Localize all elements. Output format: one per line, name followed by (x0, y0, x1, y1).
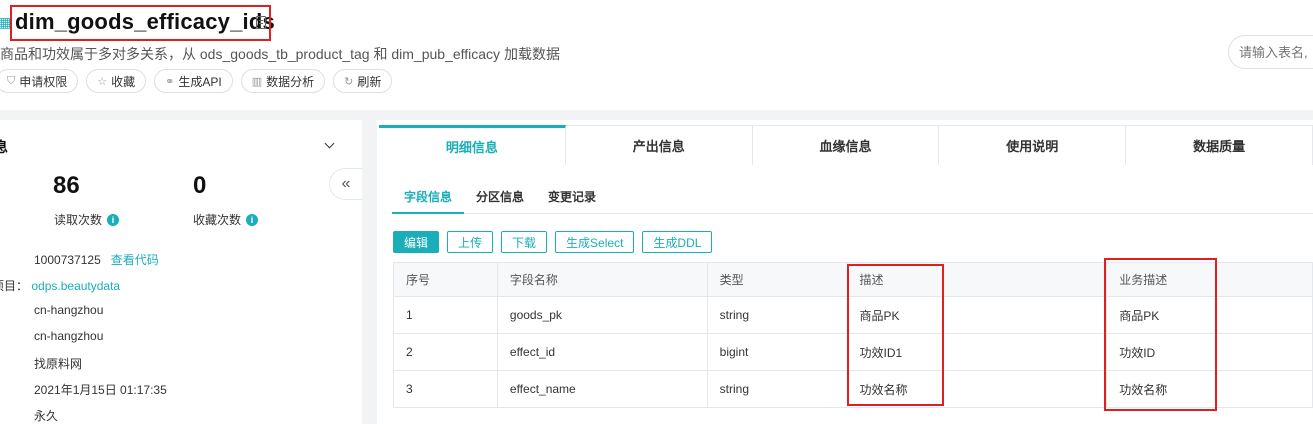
collapse-panel-button[interactable]: « (329, 168, 362, 200)
page: ▦ dim_goods_efficacy_ids 商品和功效属于多对多关系，从 … (0, 0, 1313, 424)
info-icon[interactable]: i (107, 213, 120, 226)
region-value: cn-hangzhou (34, 329, 104, 343)
copy-icon[interactable] (256, 16, 266, 29)
main-tabs: 明细信息 产出信息 血缘信息 使用说明 数据质量 (379, 125, 1313, 165)
cell-field-name: goods_pk (496, 296, 708, 334)
upload-button[interactable]: 上传 (447, 231, 494, 253)
col-header-index[interactable]: 序号 (393, 262, 498, 297)
cell-field-name: effect_id (496, 333, 708, 371)
search-input[interactable] (1228, 35, 1313, 69)
table-id: 1000737125 查看代码 (34, 253, 159, 267)
bar-chart-icon: ▥ (251, 75, 263, 88)
tab-details[interactable]: 明细信息 (379, 125, 566, 165)
sub-tabs: 字段信息 分区信息 变更记录 (392, 188, 1313, 214)
table-row[interactable]: 3 effect_name string 功效名称 功效名称 (393, 370, 1313, 408)
generate-ddl-button[interactable]: 生成DDL (642, 231, 713, 253)
generate-api-button[interactable]: ⚭ 生成API (154, 69, 233, 93)
region-value: cn-hangzhou (34, 303, 104, 317)
field-table: 序号 字段名称 类型 描述 业务描述 1 goods_pk string 商品P… (393, 262, 1313, 408)
cell-description: 商品PK (846, 296, 1108, 334)
cell-business-description: 功效ID (1106, 333, 1313, 371)
created-time-value: 2021年1月15日 01:17:35 (34, 383, 167, 397)
favorite-button[interactable]: ☆ 收藏 (86, 69, 147, 93)
action-bar: ⛉ 申请权限 ☆ 收藏 ⚭ 生成API ▥ 数据分析 ↻ 刷新 (0, 69, 393, 93)
refresh-icon: ↻ (344, 75, 354, 88)
page-title: dim_goods_efficacy_ids (15, 9, 275, 34)
cell-description: 功效名称 (846, 370, 1108, 408)
basic-info-panel: 息 86 读取次数i 0 收藏次数i 1000737125 查看代码 项目： o… (0, 120, 362, 424)
cell-description: 功效ID1 (846, 333, 1108, 371)
cell-type: string (706, 296, 848, 334)
chevron-down-icon[interactable] (324, 138, 335, 149)
cell-index: 1 (393, 296, 498, 334)
table-header-row: 序号 字段名称 类型 描述 业务描述 (393, 262, 1313, 297)
cell-index: 3 (393, 370, 498, 408)
read-count-label: 读取次数 i (54, 211, 120, 228)
project-link[interactable]: odps.beautydata (31, 279, 120, 293)
refresh-button[interactable]: ↻ 刷新 (333, 69, 393, 93)
apply-permission-button[interactable]: ⛉ 申请权限 (0, 69, 79, 93)
cell-type: bigint (706, 333, 848, 371)
field-toolbar: 编辑 上传 下载 生成Select 生成DDL (393, 231, 713, 253)
owner-value: 找原料网 (34, 357, 83, 371)
header: ▦ dim_goods_efficacy_ids 商品和功效属于多对多关系，从 … (0, 0, 1313, 110)
tab-lineage[interactable]: 血缘信息 (752, 125, 940, 165)
col-header-description[interactable]: 描述 (846, 262, 1108, 297)
info-icon[interactable]: i (246, 213, 259, 226)
link-icon: ⚭ (165, 75, 175, 88)
edit-button[interactable]: 编辑 (393, 231, 440, 253)
panel-heading: 息 (0, 139, 8, 155)
tab-data-quality[interactable]: 数据质量 (1126, 125, 1313, 165)
col-header-business-description[interactable]: 业务描述 (1106, 262, 1313, 297)
cell-type: string (706, 370, 848, 408)
table-row[interactable]: 2 effect_id bigint 功效ID1 功效ID (393, 333, 1313, 371)
subtab-partitions[interactable]: 分区信息 (464, 188, 536, 214)
star-icon: ☆ (97, 75, 108, 88)
cell-business-description: 商品PK (1106, 296, 1313, 334)
col-header-type[interactable]: 类型 (706, 262, 848, 297)
table-row[interactable]: 1 goods_pk string 商品PK 商品PK (393, 296, 1313, 334)
view-code-link[interactable]: 查看代码 (111, 253, 159, 267)
table-description: 商品和功效属于多对多关系，从 ods_goods_tb_product_tag … (0, 46, 560, 62)
cell-field-name: effect_name (496, 370, 708, 408)
col-header-field-name[interactable]: 字段名称 (496, 262, 708, 297)
project-row: 项目： odps.beautydata (0, 277, 120, 294)
data-analysis-button[interactable]: ▥ 数据分析 (240, 69, 326, 93)
subtab-fields[interactable]: 字段信息 (392, 188, 465, 214)
tab-output[interactable]: 产出信息 (565, 125, 753, 165)
shield-icon: ⛉ (7, 74, 16, 87)
favorite-count-label: 收藏次数 i (193, 211, 259, 228)
double-chevron-left-icon: « (341, 175, 351, 192)
table-icon: ▦ (0, 14, 12, 30)
download-button[interactable]: 下载 (501, 231, 548, 253)
favorite-count-value: 0 (193, 172, 207, 199)
generate-select-button[interactable]: 生成Select (555, 231, 635, 253)
cell-index: 2 (393, 333, 498, 371)
cell-business-description: 功效名称 (1106, 370, 1313, 408)
tab-usage[interactable]: 使用说明 (939, 125, 1127, 165)
subtab-changes[interactable]: 变更记录 (536, 188, 608, 214)
project-label: 项目： (0, 279, 29, 293)
detail-panel: 明细信息 产出信息 血缘信息 使用说明 数据质量 字段信息 分区信息 变更记录 … (377, 120, 1313, 424)
read-count-value: 86 (53, 172, 80, 199)
lifecycle-value: 永久 (34, 409, 59, 423)
